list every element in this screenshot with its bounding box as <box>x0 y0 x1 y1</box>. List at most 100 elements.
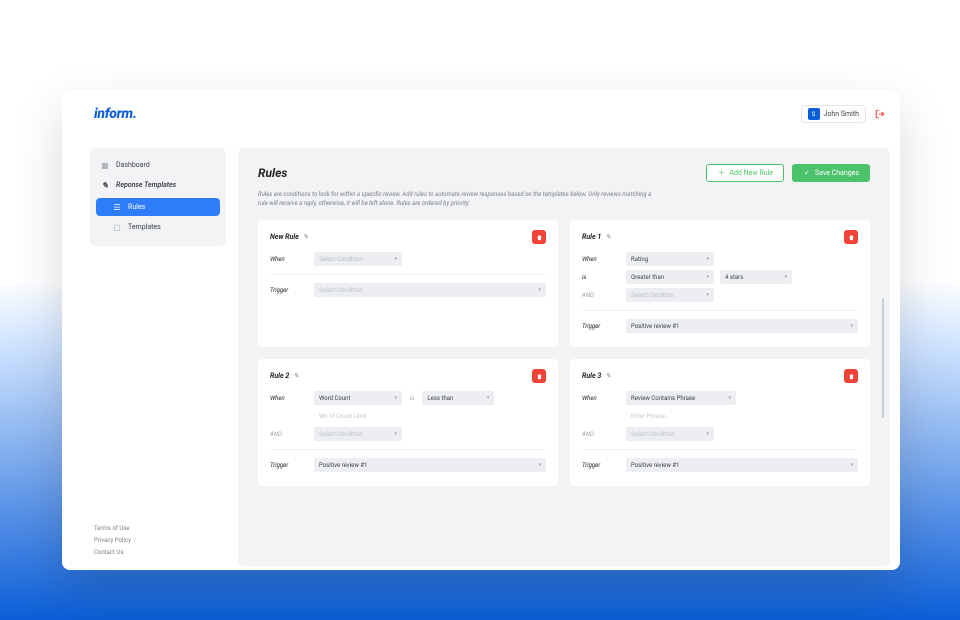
card-title-rule-1: Rule 1 ✎ <box>582 233 613 241</box>
brand-dot: . <box>133 106 137 122</box>
check-icon: ✓ <box>803 169 811 177</box>
select-when-field[interactable]: Rating ▾ <box>626 252 714 266</box>
label-when: When <box>270 256 308 263</box>
chevron-down-icon: ▾ <box>394 256 397 262</box>
sidebar-nav: ▦ Dashboard ✎ Reponse Templates ☰ Rules … <box>90 148 226 246</box>
select-value[interactable]: 4 stars ▾ <box>720 270 792 284</box>
user-name: John Smith <box>824 110 859 118</box>
select-condition[interactable]: Select Condition ▾ <box>626 288 714 302</box>
chevron-down-icon: ▾ <box>538 462 541 468</box>
app-window: inform. S John Smith ▦ Dashboard ✎ Repon… <box>62 90 900 570</box>
select-trigger[interactable]: Positive review #1 ▾ <box>626 319 858 333</box>
delete-rule-button[interactable] <box>844 230 858 244</box>
sidebar-item-dashboard[interactable]: ▦ Dashboard <box>90 156 226 174</box>
scrollbar-thumb[interactable] <box>882 298 884 418</box>
link-privacy[interactable]: Privacy Policy <box>94 537 226 544</box>
add-new-rule-button[interactable]: ＋ Add New Rule <box>706 164 784 182</box>
label-when: When <box>270 395 308 402</box>
divider <box>270 449 546 450</box>
templates-icon: ▢ <box>112 222 122 232</box>
label-and: AND <box>582 292 620 299</box>
divider <box>582 449 858 450</box>
link-contact[interactable]: Contact Us <box>94 549 226 556</box>
user-chip[interactable]: S John Smith <box>801 105 866 123</box>
card-title-rule-3: Rule 3 ✎ <box>582 372 613 380</box>
chevron-down-icon: ▾ <box>706 256 709 262</box>
avatar: S <box>808 108 820 120</box>
chevron-down-icon: ▾ <box>850 462 853 468</box>
save-changes-button[interactable]: ✓ Save Changes <box>792 164 870 182</box>
rules-description: Rules are conditions to look for within … <box>258 190 658 208</box>
chevron-down-icon: ▾ <box>850 323 853 329</box>
chevron-down-icon: ▾ <box>706 274 709 280</box>
select-operator[interactable]: Greater than ▾ <box>626 270 714 284</box>
link-terms[interactable]: Terms of Use <box>94 525 226 532</box>
chevron-down-icon: ▾ <box>487 395 490 401</box>
label-and: AND <box>270 431 308 438</box>
sidebar-subnav: ☰ Rules ▢ Templates <box>96 198 220 236</box>
select-trigger[interactable]: Positive review #1 ▾ <box>626 458 858 472</box>
chevron-down-icon: ▾ <box>538 287 541 293</box>
label-trigger: Trigger <box>270 462 308 469</box>
main-panel: Rules ＋ Add New Rule ✓ Save Changes Rule… <box>238 148 890 566</box>
scrollbar[interactable] <box>882 298 884 518</box>
chevron-down-icon: ▾ <box>706 292 709 298</box>
sidebar-item-templates[interactable]: ▢ Templates <box>96 218 220 236</box>
card-title-new-rule: New Rule ✎ <box>270 233 311 241</box>
delete-rule-button[interactable] <box>532 369 546 383</box>
select-when-field[interactable]: Word Count ▾ <box>314 391 402 405</box>
label-when: When <box>582 256 620 263</box>
word-count-input[interactable]: Wo rd Count Limit <box>314 409 402 423</box>
topbar: inform. S John Smith <box>62 90 900 138</box>
legal-links: Terms of Use Privacy Policy Contact Us <box>90 525 226 556</box>
card-rule-1: Rule 1 ✎ When Rating ▾ is <box>570 220 870 347</box>
card-title-rule-2: Rule 2 ✎ <box>270 372 301 380</box>
select-when-field[interactable]: Review Contains Phrase ▾ <box>626 391 736 405</box>
select-trigger[interactable]: Positive review #1 ▾ <box>314 458 546 472</box>
label-trigger: Trigger <box>582 323 620 330</box>
chevron-down-icon: ▾ <box>394 431 397 437</box>
chevron-down-icon: ▾ <box>784 274 787 280</box>
topbar-right: S John Smith <box>801 105 886 123</box>
phrase-input[interactable]: Enter Phrase… <box>626 409 736 423</box>
card-rule-2: Rule 2 ✎ When Word Count ▾ is Less <box>258 359 558 486</box>
pencil-icon[interactable]: ✎ <box>293 372 301 380</box>
edit-icon: ✎ <box>100 180 110 190</box>
delete-rule-button[interactable] <box>844 369 858 383</box>
select-operator[interactable]: Less than ▾ <box>422 391 494 405</box>
label-when: When <box>582 395 620 402</box>
sidebar-item-response-templates[interactable]: ✎ Reponse Templates <box>90 176 226 194</box>
label-trigger: Trigger <box>582 462 620 469</box>
pencil-icon[interactable]: ✎ <box>605 372 613 380</box>
label-is: is <box>582 274 620 281</box>
main-header: Rules ＋ Add New Rule ✓ Save Changes <box>258 164 870 182</box>
rules-grid: New Rule ✎ When Select Condition ▾ <box>258 220 870 486</box>
divider <box>582 310 858 311</box>
select-condition[interactable]: Select Condition ▾ <box>314 427 402 441</box>
plus-icon: ＋ <box>717 169 725 177</box>
chevron-down-icon: ▾ <box>706 431 709 437</box>
card-new-rule: New Rule ✎ When Select Condition ▾ <box>258 220 558 347</box>
delete-rule-button[interactable] <box>532 230 546 244</box>
select-condition[interactable]: Select Condition ▾ <box>626 427 714 441</box>
pencil-icon[interactable]: ✎ <box>605 233 613 241</box>
pencil-icon[interactable]: ✎ <box>303 233 311 241</box>
brand-name: inform <box>94 106 133 122</box>
sidebar: ▦ Dashboard ✎ Reponse Templates ☰ Rules … <box>90 148 226 556</box>
rules-icon: ☰ <box>112 202 122 212</box>
card-rule-3: Rule 3 ✎ When Review Contains Phrase ▾ <box>570 359 870 486</box>
select-condition[interactable]: Select Condition ▾ <box>314 252 402 266</box>
chevron-down-icon: ▾ <box>394 395 397 401</box>
chevron-down-icon: ▾ <box>728 395 731 401</box>
logout-icon[interactable] <box>874 108 886 120</box>
divider <box>270 274 546 275</box>
sidebar-item-rules[interactable]: ☰ Rules <box>96 198 220 216</box>
page-title: Rules <box>258 166 287 180</box>
select-trigger[interactable]: Select Condition ▾ <box>314 283 546 297</box>
label-is: is <box>408 395 416 402</box>
grid-icon: ▦ <box>100 160 110 170</box>
label-trigger: Trigger <box>270 287 308 294</box>
label-and: AND <box>582 431 620 438</box>
action-buttons: ＋ Add New Rule ✓ Save Changes <box>706 164 870 182</box>
brand-logo: inform. <box>94 106 137 122</box>
